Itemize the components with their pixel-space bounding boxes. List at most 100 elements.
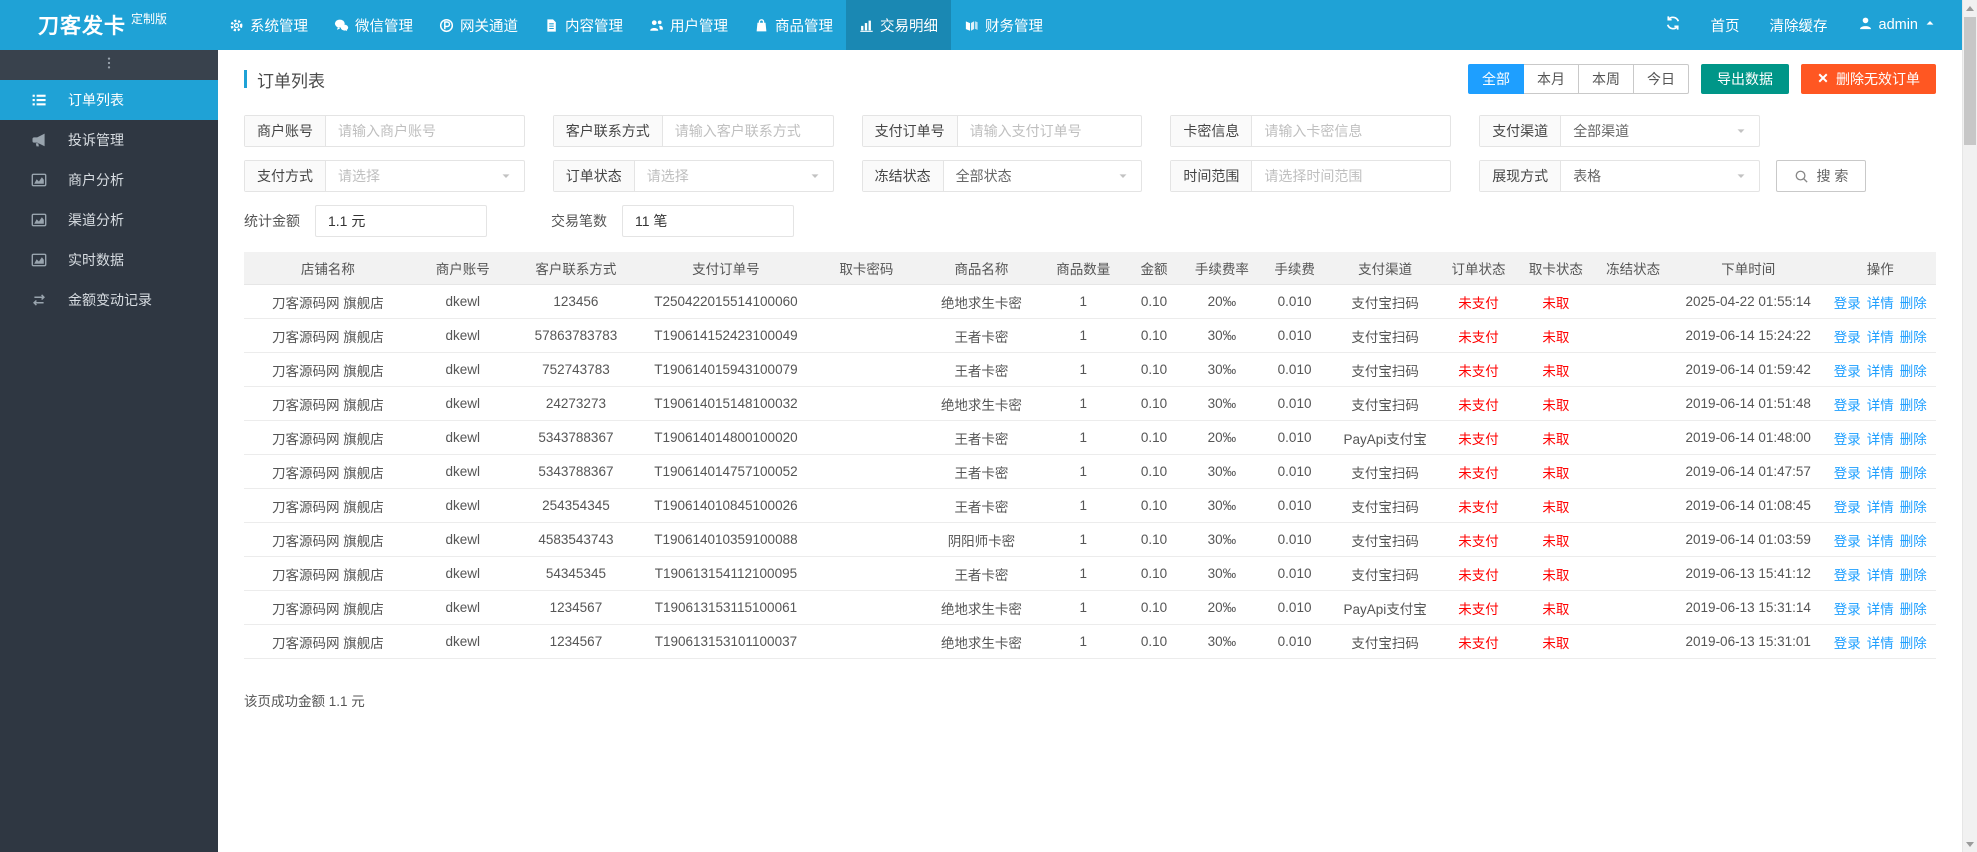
sidebar-collapse-button[interactable] (0, 50, 218, 80)
cell-freeze-status (1594, 352, 1672, 387)
topnav-item[interactable]: 用户管理 (636, 0, 741, 50)
cell-operations: 登录 详情 删除 (1824, 556, 1936, 591)
topnav-item[interactable]: 网关通道 (426, 0, 531, 50)
detail-link[interactable]: 详情 (1867, 466, 1894, 481)
filter-select[interactable]: 请选择 (635, 161, 833, 191)
filter-input[interactable] (662, 116, 833, 146)
detail-link[interactable]: 详情 (1867, 364, 1894, 379)
cell-amount: 0.10 (1122, 454, 1186, 489)
logo[interactable]: 刀客发卡 定制版 (0, 0, 206, 50)
detail-link[interactable]: 详情 (1867, 636, 1894, 651)
scrollbar-thumb[interactable] (1964, 17, 1976, 145)
delete-link[interactable]: 删除 (1900, 364, 1927, 379)
login-link[interactable]: 登录 (1834, 364, 1861, 379)
topnav-item[interactable]: 商品管理 (741, 0, 846, 50)
cell-operations: 登录 详情 删除 (1824, 318, 1936, 353)
detail-link[interactable]: 详情 (1867, 568, 1894, 583)
export-data-button[interactable]: 导出数据 (1701, 64, 1789, 94)
cell-shop: 刀客源码网 旗舰店 (244, 420, 412, 455)
cell-order-no: T190614015148100032 (638, 386, 814, 421)
filter-select[interactable]: 请选择 (326, 161, 524, 191)
login-link[interactable]: 登录 (1834, 602, 1861, 617)
cell-fee-rate: 20‰ (1185, 420, 1259, 455)
scrollbar[interactable] (1962, 0, 1977, 852)
range-button[interactable]: 本周 (1579, 64, 1634, 94)
cell-qty: 1 (1043, 488, 1123, 523)
user-menu[interactable]: admin (1858, 16, 1937, 35)
filter-input[interactable] (1252, 161, 1451, 191)
topnav-item[interactable]: 内容管理 (531, 0, 636, 50)
cell-merchant: dkewl (411, 352, 514, 387)
login-link[interactable]: 登录 (1834, 398, 1861, 413)
filter-group: 时间范围 (1170, 160, 1452, 192)
delete-link[interactable]: 删除 (1900, 568, 1927, 583)
delete-link[interactable]: 删除 (1900, 398, 1927, 413)
sidebar-item[interactable]: 金额变动记录 (0, 280, 218, 320)
login-link[interactable]: 登录 (1834, 568, 1861, 583)
login-link[interactable]: 登录 (1834, 636, 1861, 651)
delete-link[interactable]: 删除 (1900, 602, 1927, 617)
topnav-item[interactable]: 微信管理 (321, 0, 426, 50)
delete-link[interactable]: 删除 (1900, 466, 1927, 481)
filter-input[interactable] (326, 116, 524, 146)
range-button[interactable]: 今日 (1634, 64, 1689, 94)
home-link[interactable]: 首页 (1711, 15, 1740, 36)
scrollbar-down-arrow[interactable] (1963, 836, 1977, 852)
topnav-item[interactable]: 系统管理 (216, 0, 321, 50)
detail-link[interactable]: 详情 (1867, 432, 1894, 447)
detail-link[interactable]: 详情 (1867, 602, 1894, 617)
filter-select[interactable]: 全部状态 (944, 161, 1142, 191)
filter-select[interactable]: 全部渠道 (1561, 116, 1759, 146)
login-link[interactable]: 登录 (1834, 500, 1861, 515)
stat-label: 统计金额 (244, 213, 300, 229)
login-link[interactable]: 登录 (1834, 296, 1861, 311)
range-button[interactable]: 全部 (1468, 64, 1524, 94)
scrollbar-up-arrow[interactable] (1963, 0, 1977, 16)
clear-cache-link[interactable]: 清除缓存 (1770, 15, 1828, 36)
cell-shop: 刀客源码网 旗舰店 (244, 352, 412, 387)
delete-link[interactable]: 删除 (1900, 500, 1927, 515)
cell-freeze-status (1594, 624, 1672, 659)
cell-order-status: 未支付 (1439, 522, 1518, 557)
detail-link[interactable]: 详情 (1867, 534, 1894, 549)
sidebar-item[interactable]: 实时数据 (0, 240, 218, 280)
range-button[interactable]: 本月 (1524, 64, 1579, 94)
detail-link[interactable]: 详情 (1867, 296, 1894, 311)
login-link[interactable]: 登录 (1834, 466, 1861, 481)
detail-link[interactable]: 详情 (1867, 330, 1894, 345)
search-button[interactable]: 搜 索 (1776, 160, 1866, 192)
cell-fee: 0.010 (1258, 522, 1331, 557)
delete-link[interactable]: 删除 (1900, 330, 1927, 345)
sidebar-item[interactable]: 渠道分析 (0, 200, 218, 240)
detail-link[interactable]: 详情 (1867, 500, 1894, 515)
gateway-icon (439, 18, 454, 33)
status-text: 未支付 (1458, 499, 1499, 515)
login-link[interactable]: 登录 (1834, 330, 1861, 345)
delete-link[interactable]: 删除 (1900, 296, 1927, 311)
detail-link[interactable]: 详情 (1867, 398, 1894, 413)
login-link[interactable]: 登录 (1834, 534, 1861, 549)
topnav-item[interactable]: 财务管理 (951, 0, 1056, 50)
title-accent-bar (244, 70, 247, 88)
delete-link[interactable]: 删除 (1900, 534, 1927, 549)
topnav-item[interactable]: 交易明细 (846, 0, 951, 50)
sidebar-item[interactable]: 订单列表 (0, 80, 218, 120)
filter-input[interactable] (957, 116, 1142, 146)
cell-card-status: 未取 (1517, 556, 1595, 591)
status-text: 未支付 (1458, 533, 1499, 549)
sidebar-item[interactable]: 投诉管理 (0, 120, 218, 160)
refresh-button[interactable] (1665, 15, 1681, 35)
sidebar-item-label: 金额变动记录 (68, 292, 152, 308)
login-link[interactable]: 登录 (1834, 432, 1861, 447)
filter-input[interactable] (1252, 116, 1451, 146)
cell-contact: 752743783 (513, 352, 639, 387)
sidebar-item[interactable]: 商户分析 (0, 160, 218, 200)
delete-link[interactable]: 删除 (1900, 432, 1927, 447)
cell-card-status: 未取 (1517, 624, 1595, 659)
delete-invalid-orders-button[interactable]: 删除无效订单 (1801, 64, 1936, 94)
cell-contact: 24273273 (513, 386, 639, 421)
delete-link[interactable]: 删除 (1900, 636, 1927, 651)
cell-operations: 登录 详情 删除 (1824, 420, 1936, 455)
cell-merchant: dkewl (411, 488, 514, 523)
filter-select[interactable]: 表格 (1561, 161, 1759, 191)
